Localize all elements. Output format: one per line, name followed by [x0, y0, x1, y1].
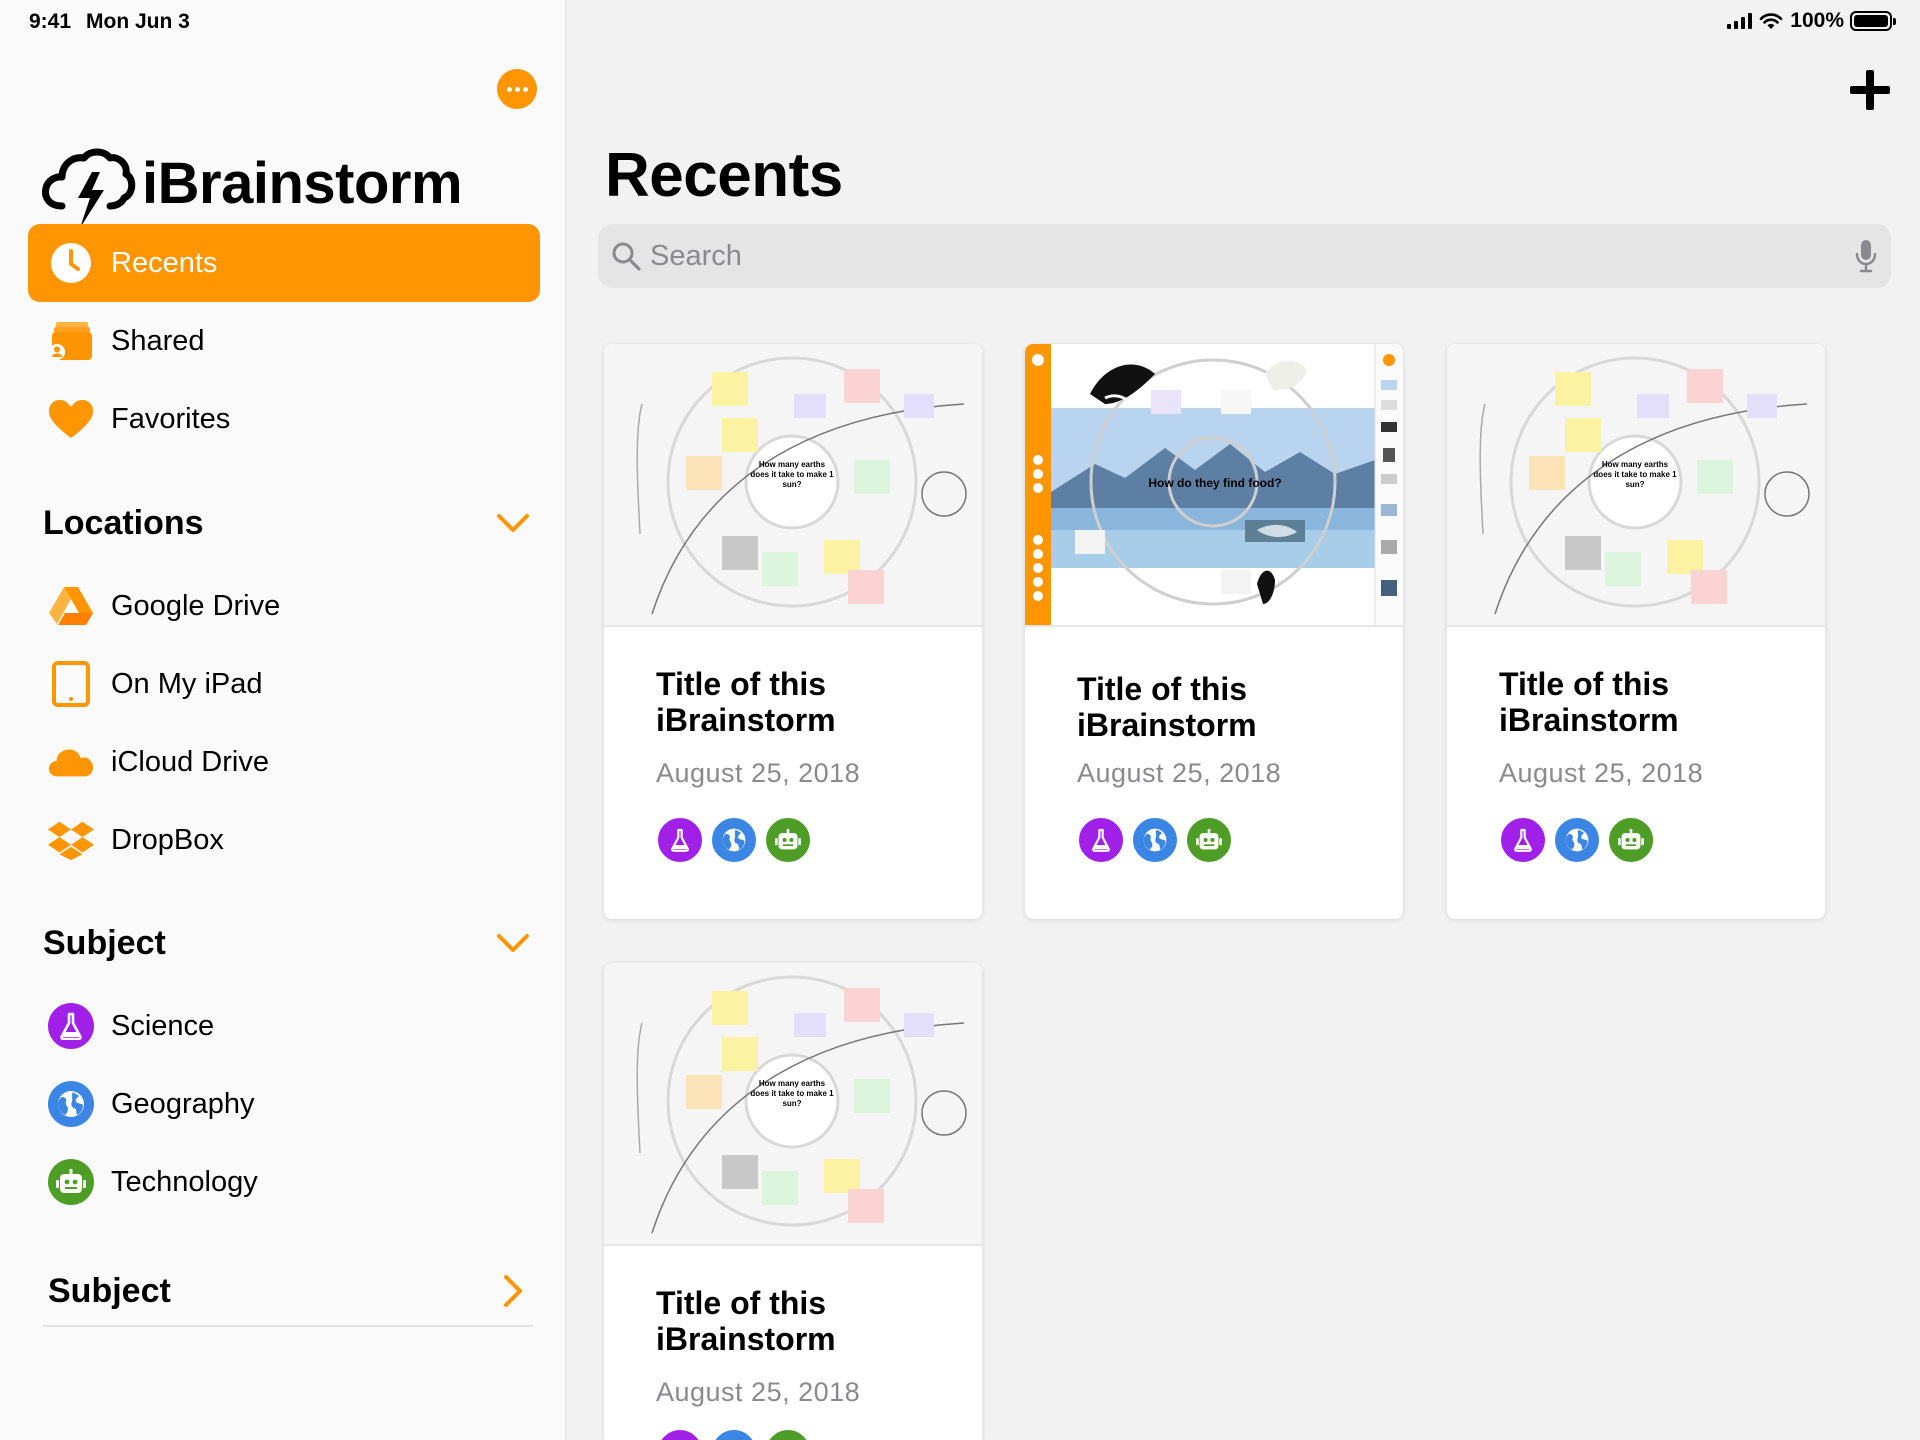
sidebar-item-science[interactable]: Science	[28, 987, 540, 1065]
search-input[interactable]	[650, 224, 1810, 288]
app-title: iBrainstorm	[142, 150, 463, 216]
sidebar-item-icloud-drive[interactable]: iCloud Drive	[28, 723, 540, 801]
sidebar-item-favorites[interactable]: Favorites	[28, 380, 540, 458]
geography-badge-icon	[1131, 816, 1179, 864]
card-date: August 25, 2018	[1077, 758, 1282, 788]
icloud-icon	[48, 739, 94, 785]
battery-icon	[1850, 11, 1896, 31]
sidebar-item-label: Science	[111, 1009, 215, 1042]
sidebar-item-label: Google Drive	[111, 589, 281, 622]
ipad-icon	[48, 661, 94, 707]
science-badge-icon	[1077, 816, 1125, 864]
microphone-icon[interactable]	[1854, 239, 1878, 273]
thumbnail-question-text: How do they find food?	[1148, 476, 1282, 490]
card-title: Title of this iBrainstorm	[656, 1285, 836, 1357]
locations-section-header[interactable]: Locations	[43, 498, 533, 548]
technology-badge-icon	[1607, 816, 1655, 864]
thumbnail-question-text: How many earths does it take to make 1 s…	[1593, 460, 1677, 489]
card-title: Title of this iBrainstorm	[656, 666, 836, 738]
sidebar-divider	[43, 1325, 533, 1327]
brainstorm-card[interactable]: How many earths does it take to make 1 s…	[1447, 344, 1825, 919]
section-title: Locations	[43, 503, 204, 542]
sidebar-item-on-my-ipad[interactable]: On My iPad	[28, 645, 540, 723]
card-thumbnail: How many earths does it take to make 1 s…	[604, 963, 982, 1246]
subject-section-header[interactable]: Subject	[43, 918, 533, 968]
thumbnail-question-text: How many earths does it take to make 1 s…	[750, 1079, 834, 1108]
card-thumbnail: How many earths does it take to make 1 s…	[1447, 344, 1825, 627]
sidebar-item-label: Technology	[111, 1165, 258, 1198]
brainstorm-cloud-icon	[42, 148, 136, 228]
technology-badge-icon	[764, 816, 812, 864]
app-logo: iBrainstorm	[40, 140, 463, 230]
globe-icon	[48, 1081, 94, 1127]
science-badge-icon	[656, 816, 704, 864]
geography-badge-icon	[710, 816, 758, 864]
google-drive-icon	[48, 583, 94, 629]
card-date: August 25, 2018	[656, 758, 861, 788]
flask-icon	[48, 1003, 94, 1049]
card-thumbnail: How many earths does it take to make 1 s…	[604, 344, 982, 627]
brainstorm-card[interactable]: How do they find food? Title of this iBr…	[1025, 344, 1403, 919]
subject-collapsed-section-header[interactable]: Subject	[43, 1266, 533, 1316]
sidebar-item-recents[interactable]: Recents	[28, 224, 540, 302]
sidebar-item-google-drive[interactable]: Google Drive	[28, 567, 540, 645]
sidebar-item-label: Favorites	[111, 402, 231, 435]
chevron-down-icon[interactable]	[493, 503, 533, 543]
sidebar-item-label: On My iPad	[111, 667, 263, 700]
thumbnail-question-text: How many earths does it take to make 1 s…	[750, 460, 834, 489]
heart-icon	[48, 396, 94, 442]
sidebar-item-technology[interactable]: Technology	[28, 1143, 540, 1221]
sidebar-item-dropbox[interactable]: DropBox	[28, 801, 540, 879]
technology-badge-icon	[764, 1428, 812, 1440]
card-date: August 25, 2018	[1499, 758, 1704, 788]
sidebar-item-label: Geography	[111, 1087, 255, 1120]
robot-icon	[48, 1159, 94, 1205]
page-title: Recents	[605, 141, 843, 210]
sidebar-item-label: Recents	[111, 246, 218, 279]
chevron-down-icon[interactable]	[493, 923, 533, 963]
geography-badge-icon	[710, 1428, 758, 1440]
clock-icon	[48, 240, 94, 286]
search-bar[interactable]	[598, 224, 1891, 288]
search-icon	[612, 242, 641, 271]
add-button[interactable]	[1849, 69, 1891, 111]
sidebar-item-label: iCloud Drive	[111, 745, 269, 778]
brainstorm-card[interactable]: How many earths does it take to make 1 s…	[604, 963, 982, 1440]
sidebar-item-label: Shared	[111, 324, 205, 357]
card-date: August 25, 2018	[656, 1377, 861, 1407]
status-bar: 9:41 Mon Jun 3 100%	[0, 0, 1920, 44]
sidebar-item-geography[interactable]: Geography	[28, 1065, 540, 1143]
status-date: Mon Jun 3	[86, 10, 190, 33]
technology-badge-icon	[1185, 816, 1233, 864]
sidebar: iBrainstorm Recents Shared Favorites Loc…	[0, 0, 566, 1440]
dropbox-icon	[48, 817, 94, 863]
more-options-button[interactable]	[497, 69, 537, 109]
sidebar-item-label: DropBox	[111, 823, 224, 856]
sidebar-item-shared[interactable]: Shared	[28, 302, 540, 380]
science-badge-icon	[656, 1428, 704, 1440]
card-title: Title of this iBrainstorm	[1077, 671, 1257, 743]
battery-percent: 100%	[1790, 9, 1844, 32]
status-time: 9:41	[29, 10, 72, 33]
cellular-signal-icon	[1727, 13, 1753, 29]
brainstorm-card[interactable]: How many earths does it take to make 1 s…	[604, 344, 982, 919]
chevron-right-icon[interactable]	[493, 1271, 533, 1311]
card-title: Title of this iBrainstorm	[1499, 666, 1679, 738]
geography-badge-icon	[1553, 816, 1601, 864]
card-thumbnail: How do they find food?	[1025, 344, 1403, 627]
wifi-icon	[1759, 13, 1783, 29]
section-title: Subject	[48, 1271, 171, 1310]
science-badge-icon	[1499, 816, 1547, 864]
section-title: Subject	[43, 923, 166, 962]
shared-folder-icon	[48, 318, 94, 364]
